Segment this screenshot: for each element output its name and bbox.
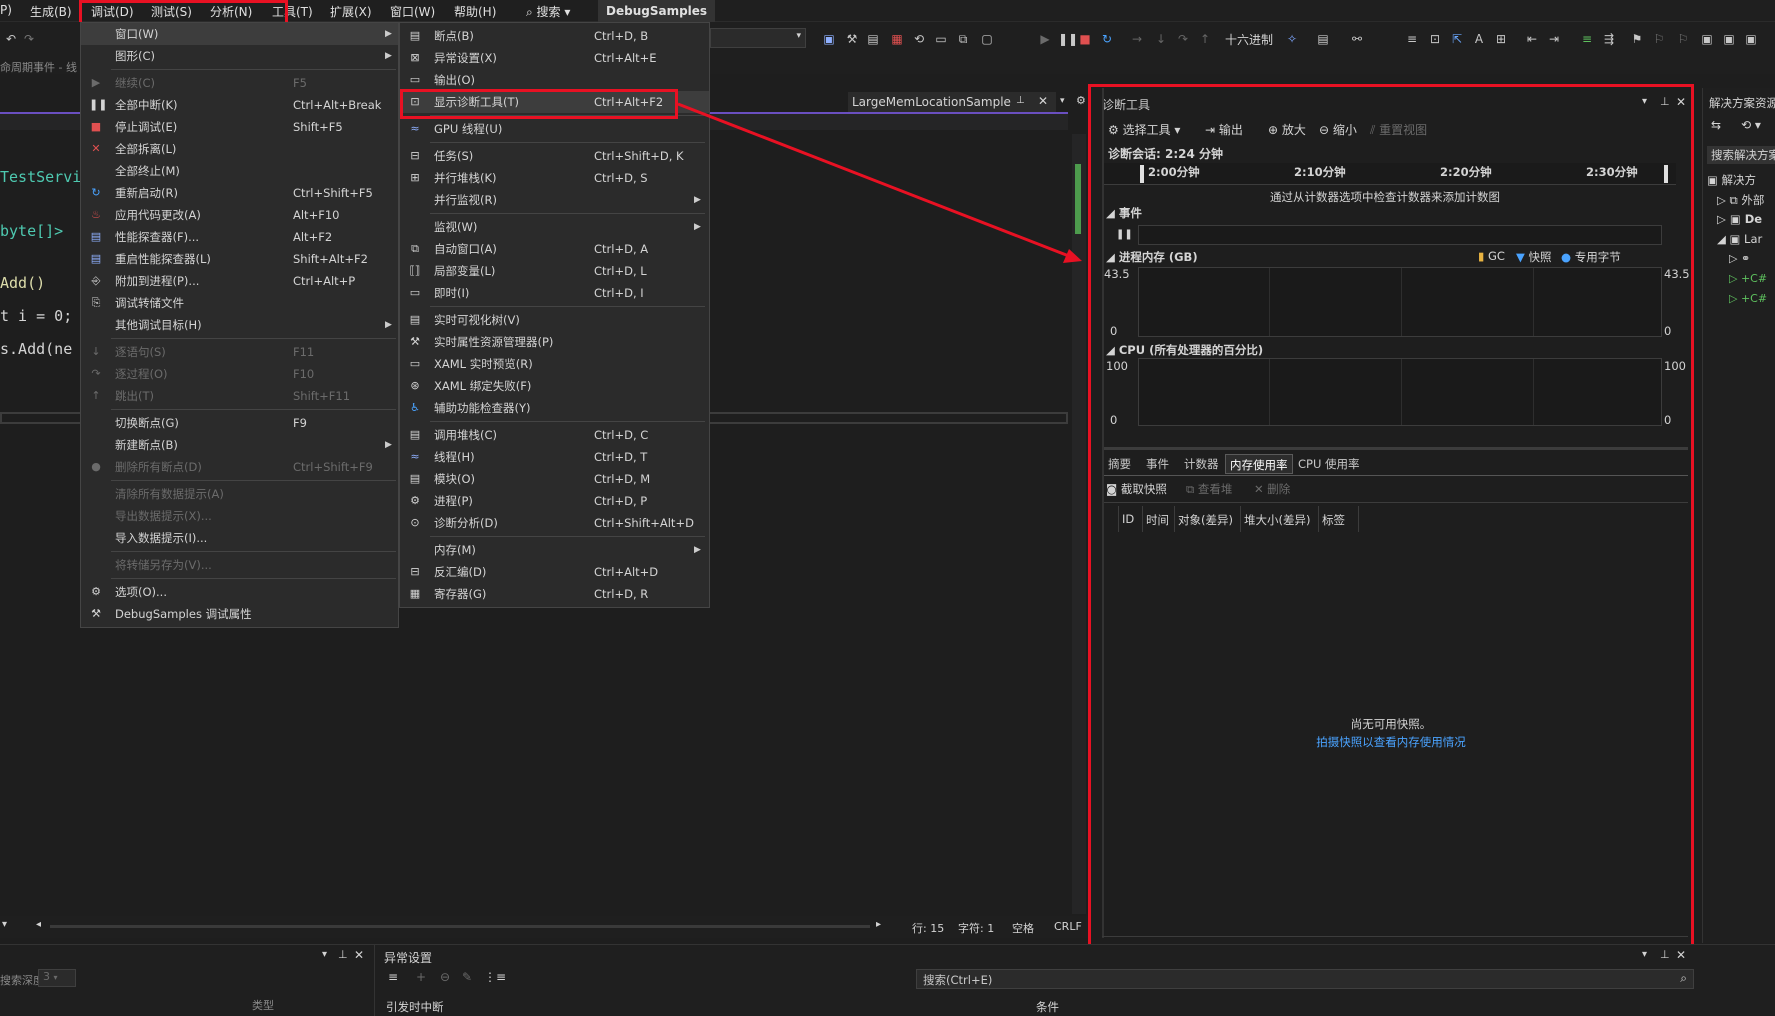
exception-search-input[interactable]: 搜索(Ctrl+E) ⌕ bbox=[916, 969, 1694, 989]
tree-item-label: Lar bbox=[1744, 232, 1763, 246]
type-column-header: 类型 bbox=[252, 999, 274, 1012]
filter-icon[interactable]: ≡ bbox=[388, 970, 398, 984]
solution-search[interactable]: 搜索解决方案资 bbox=[1707, 146, 1775, 164]
tree-item-label: De bbox=[1744, 212, 1763, 226]
tree-item-solution[interactable]: ▣ 解决方 bbox=[1707, 172, 1756, 188]
panel-divider bbox=[374, 945, 375, 1016]
pin-icon[interactable]: ⊥ bbox=[338, 948, 348, 961]
tree-item-project-large[interactable]: ◢ ▣ Lar bbox=[1717, 232, 1762, 246]
solution-explorer-title: 解决方案资源 bbox=[1709, 96, 1775, 110]
project-icon: ◢ ▣ bbox=[1717, 232, 1745, 246]
expand-icon: ▷ ⧉ bbox=[1717, 193, 1742, 207]
tree-child-icon[interactable]: ▷ ⚭ bbox=[1729, 252, 1750, 265]
exception-settings-title: 异常设置 bbox=[384, 951, 433, 965]
arrow-shaft bbox=[677, 102, 1075, 260]
tree-item-label: 外部 bbox=[1741, 193, 1765, 207]
tree-item-external[interactable]: ▷ ⧉ 外部 bbox=[1717, 192, 1764, 208]
panel-dropdown-icon[interactable]: ▾ bbox=[322, 949, 327, 960]
cs-file-icon[interactable]: ▷ +C# bbox=[1729, 272, 1767, 285]
search-depth-value: 3 bbox=[43, 970, 50, 983]
highlight-diagnostic-panel bbox=[1088, 84, 1694, 950]
search-icon[interactable]: ⌕ bbox=[1680, 971, 1687, 986]
tree-item-label: 解决方 bbox=[1721, 173, 1757, 187]
solution-explorer: 解决方案资源 ⇆ ⟲ ▾ 搜索解决方案资 ▣ 解决方 ▷ ⧉ 外部 ▷ ▣ De… bbox=[1702, 88, 1775, 943]
add-icon[interactable]: + bbox=[416, 970, 426, 984]
remove-icon[interactable]: ⊖ bbox=[440, 970, 450, 984]
panel-dropdown-icon[interactable]: ▾ bbox=[1642, 949, 1647, 960]
project-icon: ▷ ▣ bbox=[1717, 212, 1745, 226]
solution-search-placeholder: 搜索解决方案资 bbox=[1711, 148, 1775, 162]
close-icon[interactable]: ✕ bbox=[1676, 948, 1686, 962]
pin-icon[interactable]: ⊥ bbox=[1660, 948, 1670, 961]
close-icon[interactable]: ✕ bbox=[354, 948, 364, 962]
search-depth-dropdown[interactable]: 3 ▾ bbox=[38, 969, 76, 987]
tree-item-project-debug[interactable]: ▷ ▣ De bbox=[1717, 212, 1762, 226]
break-when-thrown-header: 引发时中断 bbox=[386, 1000, 444, 1014]
restore-defaults-icon[interactable]: ⋮≡ bbox=[484, 970, 506, 984]
history-icon[interactable]: ⟲ ▾ bbox=[1741, 118, 1761, 132]
solution-icon: ▣ bbox=[1707, 173, 1722, 187]
solution-toolbar-icon[interactable]: ⇆ bbox=[1711, 118, 1721, 132]
exception-search-placeholder: 搜索(Ctrl+E) bbox=[923, 973, 993, 987]
edit-icon[interactable]: ✎ bbox=[462, 970, 472, 984]
chevron-down-icon: ▾ bbox=[53, 973, 58, 982]
bottom-panels: ▾ ⊥ ✕ 搜索深度: 3 ▾ 类型 异常设置 ▾ ⊥ ✕ ≡ + ⊖ ✎ ⋮≡… bbox=[0, 944, 1775, 1016]
condition-header: 条件 bbox=[1036, 1000, 1059, 1014]
cs-file-icon[interactable]: ▷ +C# bbox=[1729, 292, 1767, 305]
